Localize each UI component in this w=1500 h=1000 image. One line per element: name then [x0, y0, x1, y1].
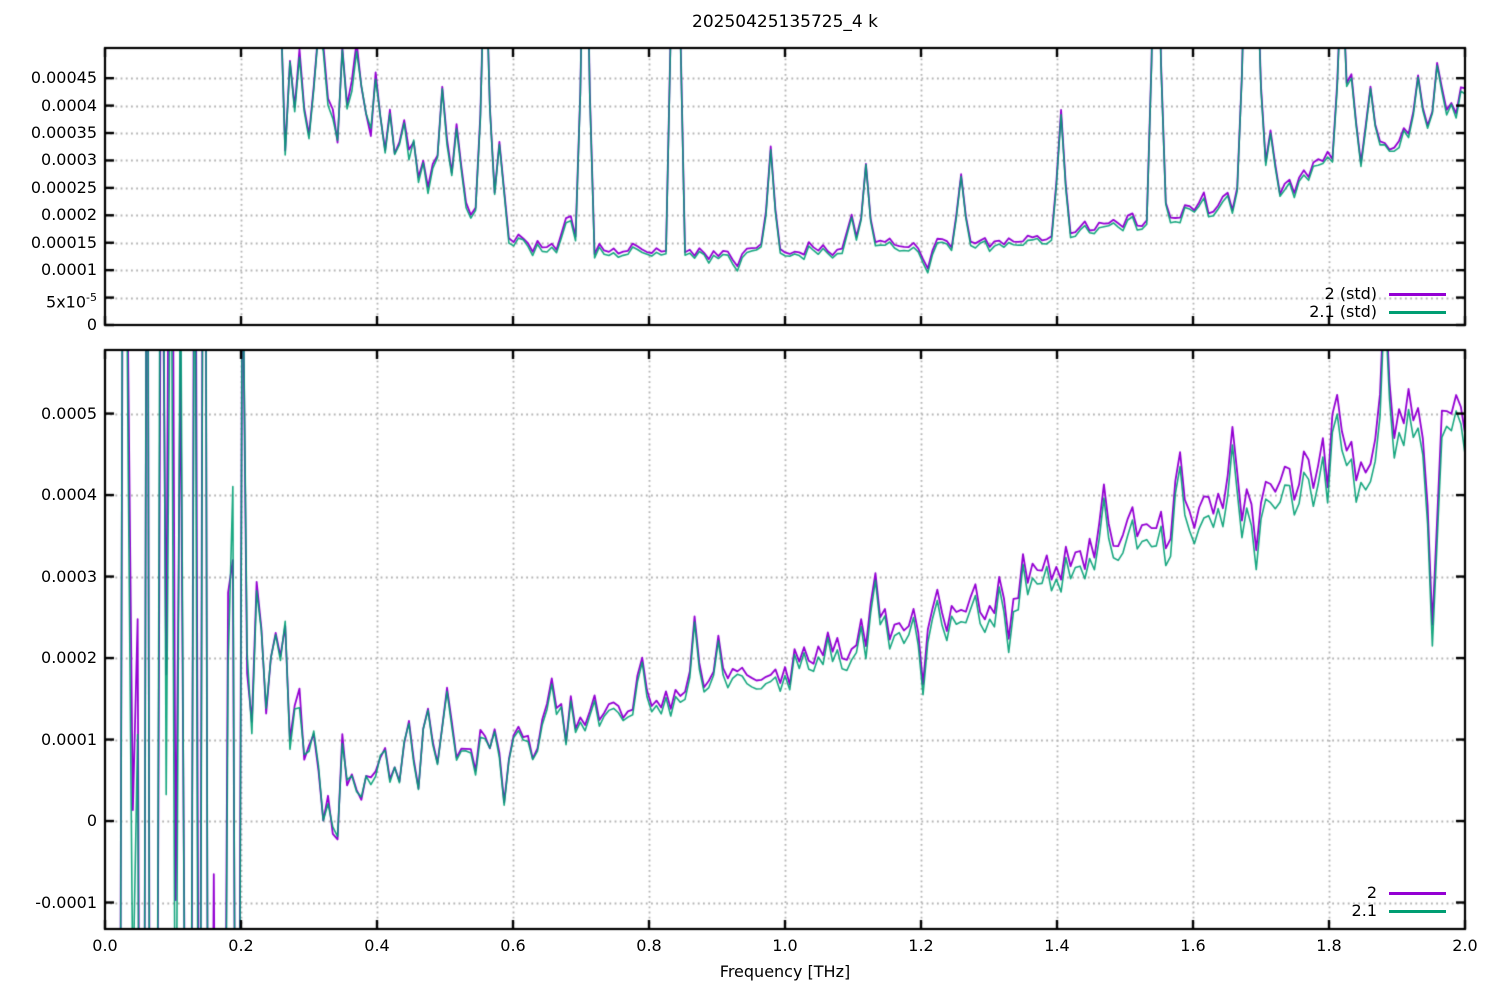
x-axis-label: Frequency [THz]: [105, 962, 1465, 982]
gnuplot-window: 20250425135725_4 k Frequency [THz] k 0 5x…: [0, 0, 1500, 1000]
legend-item: 2 (std): [1324, 284, 1446, 304]
x-tick-label: 1.6: [1158, 936, 1228, 956]
legend-label: 2: [1367, 884, 1377, 902]
legend-label: 2 (std): [1324, 285, 1377, 303]
y-tick-label: 0.0001: [0, 730, 97, 750]
chart-title: 20250425135725_4 k: [105, 12, 1465, 32]
x-tick-label: 1.0: [750, 936, 820, 956]
legend-line-sample: [1389, 892, 1446, 895]
chart-canvas: [0, 0, 1500, 1000]
x-tick-label: 2.0: [1430, 936, 1500, 956]
y-tick-label: 0.00035: [0, 123, 97, 143]
x-tick-label: 1.2: [886, 936, 956, 956]
y-tick-label: -0.0001: [0, 893, 97, 913]
y-tick-label: 0.0003: [0, 567, 97, 587]
y-tick-label: 0.0001: [0, 260, 97, 280]
y-tick-label: 0.00045: [0, 68, 97, 88]
y-tick-label: 0.0005: [0, 404, 97, 424]
y-tick-label: 0.0004: [0, 96, 97, 116]
x-tick-label: 0.4: [342, 936, 412, 956]
x-tick-label: 1.4: [1022, 936, 1092, 956]
legend-item: 2.1: [1352, 901, 1446, 921]
y-tick-label: 0.0002: [0, 648, 97, 668]
x-tick-label: 0.2: [206, 936, 276, 956]
y-tick-label: 0.00025: [0, 178, 97, 198]
y-tick-label: 0.0004: [0, 485, 97, 505]
x-tick-label: 1.8: [1294, 936, 1364, 956]
y-tick-label: 0.00015: [0, 233, 97, 253]
legend-label: 2.1: [1352, 902, 1377, 920]
y-tick-label: 0: [0, 811, 97, 831]
y-tick-label: 5x10-5: [0, 288, 97, 312]
x-tick-label: 0.0: [70, 936, 140, 956]
y-tick-label: 0: [0, 315, 97, 335]
y-tick-label: 0.0002: [0, 205, 97, 225]
legend-item: 2: [1367, 883, 1446, 903]
legend-line-sample: [1389, 311, 1446, 314]
x-tick-label: 0.8: [614, 936, 684, 956]
legend-item: 2.1 (std): [1309, 302, 1446, 322]
legend-line-sample: [1389, 293, 1446, 296]
legend-label: 2.1 (std): [1309, 303, 1377, 321]
y-axis-label-clipped: k: [0, 625, 3, 634]
x-tick-label: 0.6: [478, 936, 548, 956]
legend-line-sample: [1389, 910, 1446, 913]
y-tick-label: 0.0003: [0, 150, 97, 170]
